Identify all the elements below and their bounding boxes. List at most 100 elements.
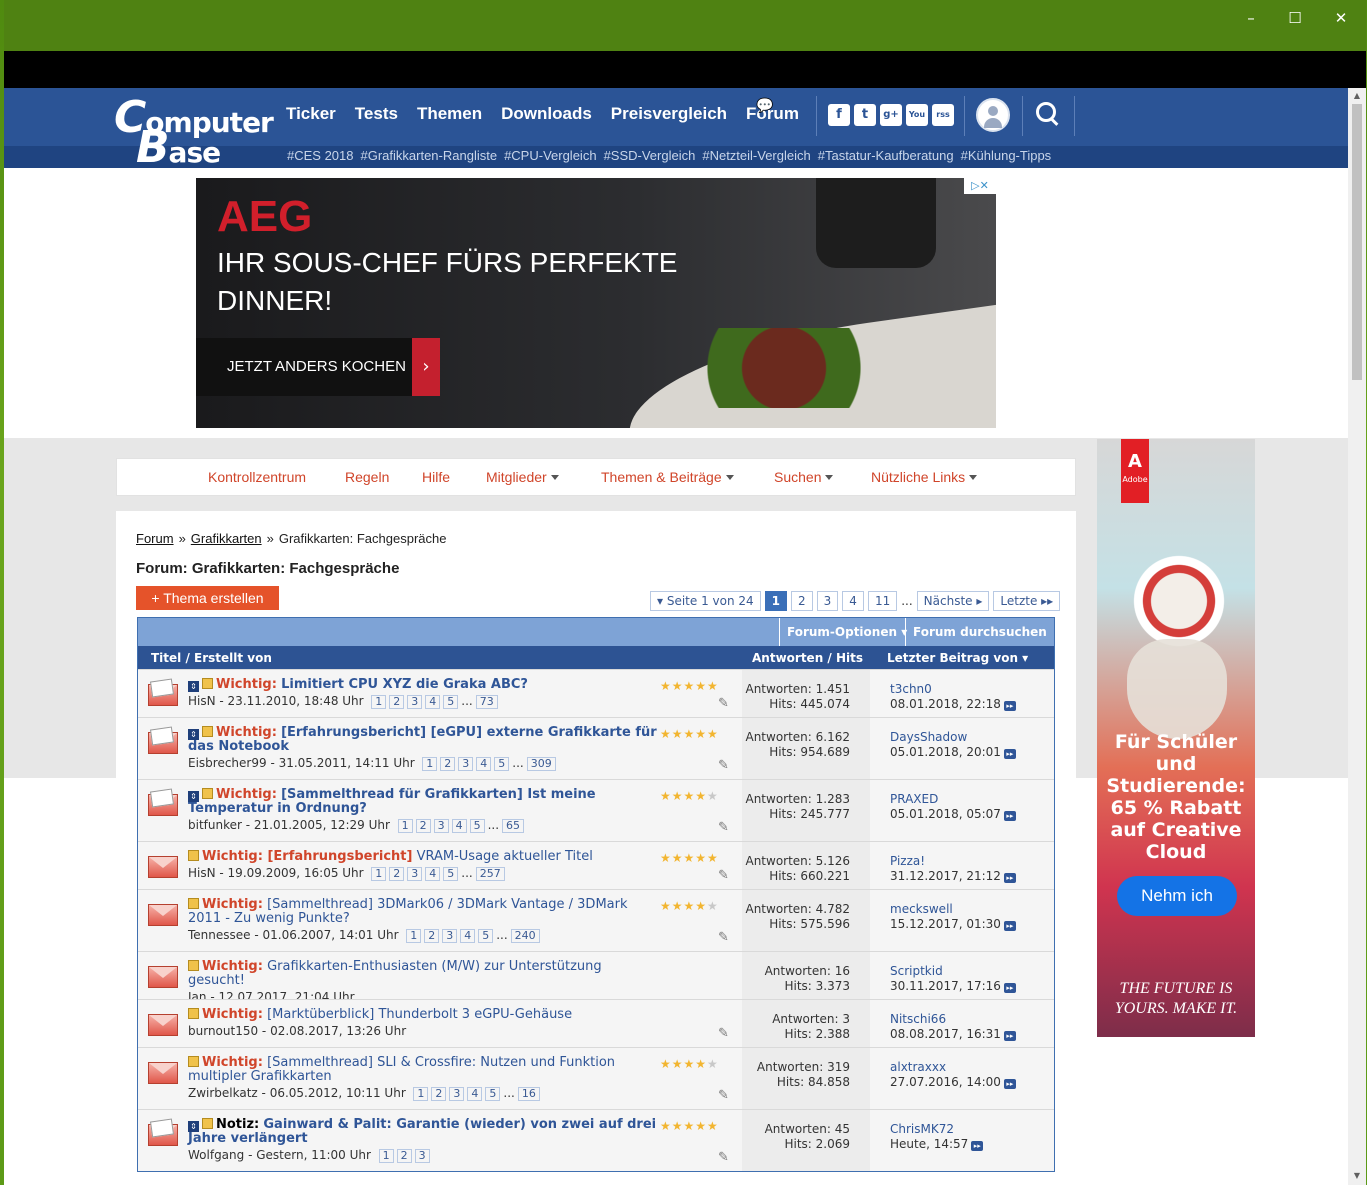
rss-icon[interactable]: rss	[932, 104, 954, 126]
thread-page-link[interactable]: 4	[476, 757, 492, 771]
thread-page-link[interactable]: 3	[442, 929, 458, 943]
next-page-button[interactable]: Nächste ▸	[916, 591, 990, 611]
page-2[interactable]: 2	[791, 591, 813, 611]
goto-last-post-icon[interactable]: ▸▸	[1003, 1079, 1016, 1089]
last-post-user[interactable]: meckswell	[890, 902, 953, 916]
tag-ces[interactable]: #CES 2018	[287, 148, 354, 163]
thread-author[interactable]: bitfunker - 21.01.2005, 12:29 Uhr	[188, 818, 390, 832]
thread-page-link[interactable]: 1	[371, 867, 387, 881]
tag-kuehlung[interactable]: #Kühlung-Tipps	[961, 148, 1052, 163]
thread-title[interactable]: Wichtig: [Sammelthread] 3DMark06 / 3DMar…	[188, 898, 658, 926]
thread-author[interactable]: HisN - 23.11.2010, 18:48 Uhr	[188, 694, 364, 708]
thread-title[interactable]: ⇕ Wichtig: [Sammelthread für Grafikkarten…	[188, 788, 658, 816]
thread-last-page-link[interactable]: 65	[502, 819, 525, 833]
tag-grafikkarten[interactable]: #Grafikkarten-Rangliste	[361, 148, 498, 163]
goto-last-post-icon[interactable]: ▸▸	[1003, 701, 1016, 711]
nav-downloads[interactable]: Downloads	[501, 104, 592, 128]
table-row[interactable]: ⇕ Wichtig: Limitiert CPU XYZ die Graka AB…	[138, 669, 1054, 717]
close-icon[interactable]: ✕	[1326, 8, 1356, 28]
nav-preisvergleich[interactable]: Preisvergleich	[611, 104, 727, 128]
last-post-user[interactable]: DaysShadow	[890, 730, 967, 744]
thread-last-page-link[interactable]: 240	[510, 929, 540, 943]
google-plus-icon[interactable]: g+	[880, 104, 902, 126]
thread-page-link[interactable]: 1	[378, 1149, 394, 1163]
table-row[interactable]: ⇕ Notiz: Gainward & Palit: Garantie (wied…	[138, 1109, 1054, 1171]
adobe-side-ad[interactable]: Adobe Für Schüler und Studierende: 65 % …	[1097, 439, 1255, 1037]
computerbase-logo[interactable]: Computer Base	[114, 92, 274, 173]
thread-page-link[interactable]: 1	[397, 819, 413, 833]
page-selector[interactable]: ▾ Seite 1 von 24	[650, 591, 761, 611]
nav-ticker[interactable]: Ticker	[286, 104, 336, 128]
adchoices-icon[interactable]: ▷✕	[964, 178, 996, 194]
thread-page-link[interactable]: 2	[440, 757, 456, 771]
facebook-icon[interactable]: f	[828, 104, 850, 126]
tag-netzteil[interactable]: #Netzteil-Vergleich	[702, 148, 810, 163]
thread-page-link[interactable]: 5	[494, 757, 510, 771]
nav-tests[interactable]: Tests	[355, 104, 398, 128]
last-post-user[interactable]: ChrisMK72	[890, 1122, 954, 1136]
breadcrumb-forum[interactable]: Forum	[136, 531, 174, 546]
nav-themen[interactable]: Themen	[417, 104, 482, 128]
goto-last-post-icon[interactable]: ▸▸	[1003, 1031, 1016, 1041]
col-stats[interactable]: Antworten / Hits	[752, 651, 863, 665]
page-3[interactable]: 3	[816, 591, 839, 611]
thread-last-page-link[interactable]: 16	[517, 1087, 540, 1101]
thread-author[interactable]: Wolfgang - Gestern, 11:00 Uhr	[188, 1148, 371, 1162]
thread-page-link[interactable]: 3	[458, 757, 474, 771]
thread-page-link[interactable]: 5	[443, 867, 459, 881]
nav-kontrollzentrum[interactable]: Kontrollzentrum	[208, 469, 306, 485]
thread-title[interactable]: Wichtig: [Erfahrungsbericht] VRAM-Usage …	[188, 850, 658, 864]
thread-page-link[interactable]: 3	[433, 819, 449, 833]
nav-hilfe[interactable]: Hilfe	[422, 469, 450, 485]
thread-page-link[interactable]: 3	[407, 867, 423, 881]
goto-last-post-icon[interactable]: ▸▸	[971, 1141, 984, 1151]
thread-page-link[interactable]: 4	[425, 695, 441, 709]
search-icon[interactable]	[1036, 102, 1060, 126]
breadcrumb-grafikkarten[interactable]: Grafikkarten	[191, 531, 262, 546]
aeg-banner-ad[interactable]: AEG IHR SOUS-CHEF FÜRS PERFEKTE DINNER! …	[196, 178, 996, 428]
tag-ssd[interactable]: #SSD-Vergleich	[604, 148, 696, 163]
goto-last-post-icon[interactable]: ▸▸	[1003, 811, 1016, 821]
thread-page-link[interactable]: 1	[406, 929, 422, 943]
tag-cpu[interactable]: #CPU-Vergleich	[504, 148, 597, 163]
scrollbar-thumb[interactable]	[1352, 104, 1362, 380]
thread-page-link[interactable]: 1	[371, 695, 387, 709]
thread-title[interactable]: Wichtig: [Marktüberblick] Thunderbolt 3 …	[188, 1008, 658, 1022]
forum-search-menu[interactable]: Forum durchsuchen ▾	[905, 618, 1055, 667]
youtube-icon[interactable]: You	[906, 104, 928, 126]
table-row[interactable]: ⇕ Wichtig: [Sammelthread für Grafikkarten…	[138, 779, 1054, 841]
thread-author[interactable]: Tennessee - 01.06.2007, 14:01 Uhr	[188, 928, 399, 942]
nav-themen-beitraege[interactable]: Themen & Beiträge	[601, 469, 734, 485]
thread-page-link[interactable]: 3	[449, 1087, 465, 1101]
thread-title[interactable]: ⇕ Notiz: Gainward & Palit: Garantie (wied…	[188, 1118, 658, 1146]
thread-page-link[interactable]: 2	[415, 819, 431, 833]
thread-page-link[interactable]: 1	[422, 757, 438, 771]
col-last-post[interactable]: Letzter Beitrag von ▾	[887, 651, 1028, 665]
last-post-user[interactable]: alxtraxxx	[890, 1060, 946, 1074]
last-post-user[interactable]: Pizza!	[890, 854, 925, 868]
create-thread-button[interactable]: + Thema erstellen	[136, 586, 279, 610]
nav-mitglieder[interactable]: Mitglieder	[486, 469, 559, 485]
tag-tastatur[interactable]: #Tastatur-Kaufberatung	[818, 148, 954, 163]
thread-page-link[interactable]: 2	[431, 1087, 447, 1101]
ad-cta-button[interactable]: JETZT ANDERS KOCHEN	[196, 338, 412, 396]
thread-page-link[interactable]: 5	[478, 929, 494, 943]
thread-page-link[interactable]: 2	[389, 695, 405, 709]
thread-page-link[interactable]: 2	[424, 929, 440, 943]
goto-last-post-icon[interactable]: ▸▸	[1003, 921, 1016, 931]
thread-page-link[interactable]: 2	[396, 1149, 412, 1163]
table-row[interactable]: ⇕ Wichtig: [Erfahrungsbericht] [eGPU] ext…	[138, 717, 1054, 779]
thread-title[interactable]: ⇕ Wichtig: [Erfahrungsbericht] [eGPU] ext…	[188, 726, 658, 754]
thread-title[interactable]: Wichtig: Grafikkarten-Enthusiasten (M/W)…	[188, 960, 658, 988]
thread-title[interactable]: ⇕ Wichtig: Limitiert CPU XYZ die Graka AB…	[188, 678, 658, 692]
nav-suchen[interactable]: Suchen	[774, 469, 834, 485]
thread-page-link[interactable]: 3	[414, 1149, 430, 1163]
table-row[interactable]: Wichtig: [Sammelthread] 3DMark06 / 3DMar…	[138, 889, 1054, 951]
table-row[interactable]: Wichtig: Grafikkarten-Enthusiasten (M/W)…	[138, 951, 1054, 1004]
thread-page-link[interactable]: 4	[451, 819, 467, 833]
last-post-user[interactable]: Nitschi66	[890, 1012, 946, 1026]
last-post-user[interactable]: Scriptkid	[890, 964, 943, 978]
table-row[interactable]: Wichtig: [Sammelthread] SLI & Crossfire:…	[138, 1047, 1054, 1109]
thread-last-page-link[interactable]: 257	[475, 867, 505, 881]
twitter-icon[interactable]: t	[854, 104, 876, 126]
